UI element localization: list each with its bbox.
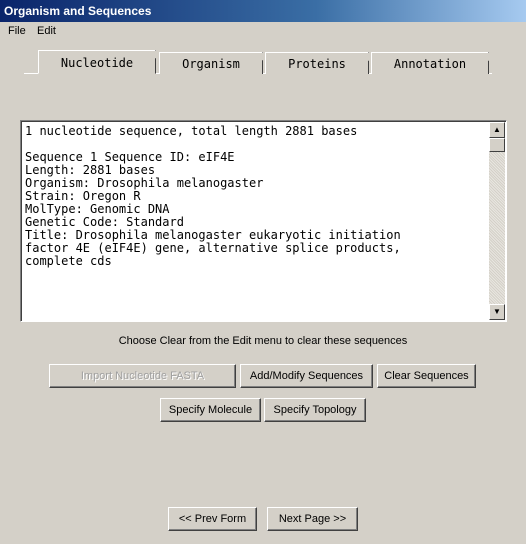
scroll-down-icon[interactable]: ▼ <box>489 304 505 320</box>
window-title-bar: Organism and Sequences <box>0 0 526 22</box>
tab-corner <box>255 53 263 61</box>
sequence-text-area[interactable]: 1 nucleotide sequence, total length 2881… <box>20 120 507 322</box>
next-page-button[interactable]: Next Page >> <box>267 507 358 531</box>
tab-nucleotide-label: Nucleotide <box>60 56 134 70</box>
import-fasta-button[interactable]: Import Nucleotide FASTA <box>49 364 236 388</box>
specify-topology-button[interactable]: Specify Topology <box>264 398 366 422</box>
specify-molecule-button[interactable]: Specify Molecule <box>160 398 261 422</box>
tab-organism[interactable]: Organism <box>159 52 263 74</box>
menu-file[interactable]: File <box>8 25 26 37</box>
scroll-up-icon[interactable]: ▲ <box>489 122 505 138</box>
clear-hint-text: Choose Clear from the Edit menu to clear… <box>118 335 408 347</box>
tab-annotation-label: Annotation <box>393 57 467 71</box>
tab-bar: Nucleotide Organism Proteins Annotation <box>24 50 492 74</box>
menu-edit[interactable]: Edit <box>37 25 56 37</box>
sequence-summary-text: 1 nucleotide sequence, total length 2881… <box>25 124 401 268</box>
add-modify-sequences-button[interactable]: Add/Modify Sequences <box>240 364 373 388</box>
clear-sequences-button[interactable]: Clear Sequences <box>377 364 476 388</box>
menu-bar: File Edit <box>0 22 526 40</box>
tab-proteins[interactable]: Proteins <box>265 52 369 74</box>
scroll-thumb[interactable] <box>489 138 505 152</box>
window-title: Organism and Sequences <box>4 4 152 18</box>
tab-organism-label: Organism <box>182 57 240 71</box>
vertical-scrollbar[interactable]: ▲ ▼ <box>489 122 505 320</box>
tab-annotation[interactable]: Annotation <box>371 52 489 74</box>
tab-nucleotide[interactable]: Nucleotide <box>38 50 156 74</box>
tab-corner <box>361 53 369 61</box>
prev-form-button[interactable]: << Prev Form <box>168 507 257 531</box>
tab-corner <box>148 51 156 59</box>
tab-proteins-label: Proteins <box>288 57 346 71</box>
tab-corner <box>481 53 489 61</box>
